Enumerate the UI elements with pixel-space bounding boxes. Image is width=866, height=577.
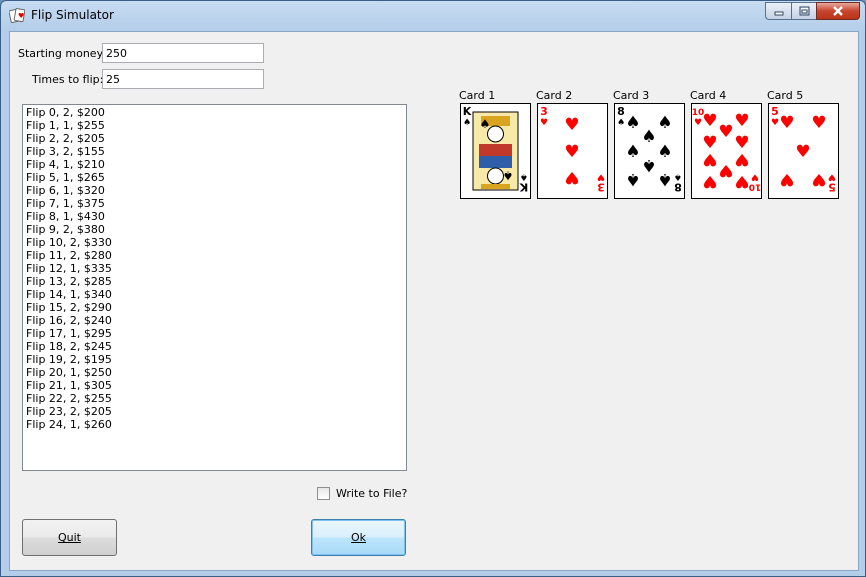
result-list-item[interactable]: Flip 1, 1, $255 <box>26 119 403 132</box>
card-suit-spades-icon: ♠ <box>503 169 514 183</box>
card-pip-spades-icon: ♠ <box>657 169 672 189</box>
card-suit-hearts-icon: ♥ <box>828 172 836 182</box>
result-list-item[interactable]: Flip 3, 2, $155 <box>26 145 403 158</box>
card-rank: K <box>463 105 472 118</box>
card-suit-hearts-icon: ♥ <box>597 172 605 182</box>
result-list-item[interactable]: Flip 20, 1, $250 <box>26 366 403 379</box>
client-area: Starting money: Times to flip: Flip 0, 2… <box>9 31 859 571</box>
result-list-item[interactable]: Flip 6, 1, $320 <box>26 184 403 197</box>
result-list-item[interactable]: Flip 11, 2, $280 <box>26 249 403 262</box>
card-suit-spades-icon: ♠ <box>480 117 491 131</box>
card-2: 3 ♥ 3 ♥ ♥ ♥ ♥ <box>537 103 608 199</box>
close-icon <box>833 6 843 16</box>
card-pip-spades-icon: ♠ <box>641 155 656 175</box>
card-5: 5 ♥ 5 ♥ ♥ ♥ ♥ ♥ ♥ <box>768 103 839 199</box>
minimize-button[interactable] <box>765 2 791 20</box>
card-suit-spades-icon: ♠ <box>463 118 471 128</box>
close-button[interactable] <box>816 2 860 20</box>
card-1-label: Card 1 <box>459 89 496 102</box>
card-suit-spades-icon: ♠ <box>520 172 528 182</box>
times-to-flip-label: Times to flip: <box>32 73 104 86</box>
result-list-item[interactable]: Flip 19, 2, $195 <box>26 353 403 366</box>
maximize-button[interactable] <box>791 2 816 20</box>
card-suit-hearts-icon: ♥ <box>751 172 759 182</box>
result-list-item[interactable]: Flip 2, 2, $205 <box>26 132 403 145</box>
card-pip-hearts-icon: ♥ <box>734 171 749 191</box>
card-pip-spades-icon: ♠ <box>641 127 656 147</box>
card-pip-hearts-icon: ♥ <box>564 167 579 187</box>
checkbox-box[interactable] <box>317 487 330 500</box>
card-pip-hearts-icon: ♥ <box>718 122 733 142</box>
card-pip-hearts-icon: ♥ <box>779 169 794 189</box>
card-pip-hearts-icon: ♥ <box>811 113 826 133</box>
card-pip-hearts-icon: ♥ <box>734 149 749 169</box>
result-list-item[interactable]: Flip 12, 1, $335 <box>26 262 403 275</box>
card-pip-hearts-icon: ♥ <box>795 142 810 162</box>
write-to-file-label: Write to File? <box>336 487 408 500</box>
card-suit-spades-icon: ♠ <box>617 118 625 128</box>
card-pip-hearts-icon: ♥ <box>564 142 579 162</box>
playing-cards-icon: ♥ <box>8 7 26 24</box>
times-to-flip-input[interactable] <box>102 69 264 89</box>
card-pip-hearts-icon: ♥ <box>702 171 717 191</box>
card-rank: 3 <box>540 105 548 118</box>
result-list-item[interactable]: Flip 17, 1, $295 <box>26 327 403 340</box>
result-list-item[interactable]: Flip 15, 2, $290 <box>26 301 403 314</box>
starting-money-input[interactable] <box>102 43 264 63</box>
result-list-item[interactable]: Flip 5, 1, $265 <box>26 171 403 184</box>
card-5-label: Card 5 <box>767 89 804 102</box>
card-pip-hearts-icon: ♥ <box>779 113 794 133</box>
card-pip-spades-icon: ♠ <box>625 169 640 189</box>
card-pip-hearts-icon: ♥ <box>564 115 579 135</box>
card-4-label: Card 4 <box>690 89 727 102</box>
result-list-item[interactable]: Flip 7, 1, $375 <box>26 197 403 210</box>
card-pip-spades-icon: ♠ <box>625 142 640 162</box>
card-pip-hearts-icon: ♥ <box>702 149 717 169</box>
card-rank: 5 <box>771 105 779 118</box>
card-pip-hearts-icon: ♥ <box>718 160 733 180</box>
card-pip-spades-icon: ♠ <box>657 142 672 162</box>
card-suit-hearts-icon: ♥ <box>540 118 548 128</box>
card-1: K ♠ K ♠ ♠ ♠ <box>460 103 531 199</box>
card-suit-hearts-icon: ♥ <box>694 118 702 128</box>
write-to-file-checkbox[interactable]: Write to File? <box>317 487 407 500</box>
card-suit-hearts-icon: ♥ <box>771 118 779 128</box>
maximize-icon <box>799 6 809 16</box>
card-3-label: Card 3 <box>613 89 650 102</box>
result-list-item[interactable]: Flip 24, 1, $260 <box>26 418 403 431</box>
card-pip-spades-icon: ♠ <box>625 113 640 133</box>
window-title: Flip Simulator <box>31 8 114 22</box>
ok-button[interactable]: Ok <box>311 519 406 556</box>
result-list-item[interactable]: Flip 9, 2, $380 <box>26 223 403 236</box>
result-list-item[interactable]: Flip 0, 2, $200 <box>26 106 403 119</box>
result-list-item[interactable]: Flip 22, 2, $255 <box>26 392 403 405</box>
card-4: 10 ♥ 10 ♥ ♥ ♥ ♥ ♥ ♥ ♥ ♥ ♥ ♥ ♥ <box>691 103 762 199</box>
result-list-item[interactable]: Flip 21, 1, $305 <box>26 379 403 392</box>
result-list-item[interactable]: Flip 13, 2, $285 <box>26 275 403 288</box>
card-pip-hearts-icon: ♥ <box>811 169 826 189</box>
quit-button[interactable]: Quit <box>22 519 117 556</box>
app-window: ♥ Flip Simulator Starting money: Times t… <box>0 0 866 577</box>
title-bar[interactable]: ♥ Flip Simulator <box>1 1 865 30</box>
starting-money-label: Starting money: <box>18 47 106 60</box>
card-3: 8 ♠ 8 ♠ ♠ ♠ ♠ ♠ ♠ ♠ ♠ ♠ <box>614 103 685 199</box>
result-list-item[interactable]: Flip 14, 1, $340 <box>26 288 403 301</box>
card-2-label: Card 2 <box>536 89 573 102</box>
result-list-item[interactable]: Flip 8, 1, $430 <box>26 210 403 223</box>
card-suit-spades-icon: ♠ <box>674 172 682 182</box>
result-list-item[interactable]: Flip 23, 2, $205 <box>26 405 403 418</box>
result-list-item[interactable]: Flip 4, 1, $210 <box>26 158 403 171</box>
minimize-icon <box>774 11 783 16</box>
card-rank: 8 <box>617 105 625 118</box>
svg-text:♥: ♥ <box>18 12 24 20</box>
result-list-item[interactable]: Flip 16, 2, $240 <box>26 314 403 327</box>
card-pip-hearts-icon: ♥ <box>734 111 749 131</box>
card-pip-hearts-icon: ♥ <box>702 111 717 131</box>
results-listbox[interactable]: Flip 0, 2, $200 Flip 1, 1, $255 Flip 2, 2,… <box>22 104 407 471</box>
result-list-item[interactable]: Flip 10, 2, $330 <box>26 236 403 249</box>
result-list-item[interactable]: Flip 18, 2, $245 <box>26 340 403 353</box>
card-pip-spades-icon: ♠ <box>657 113 672 133</box>
